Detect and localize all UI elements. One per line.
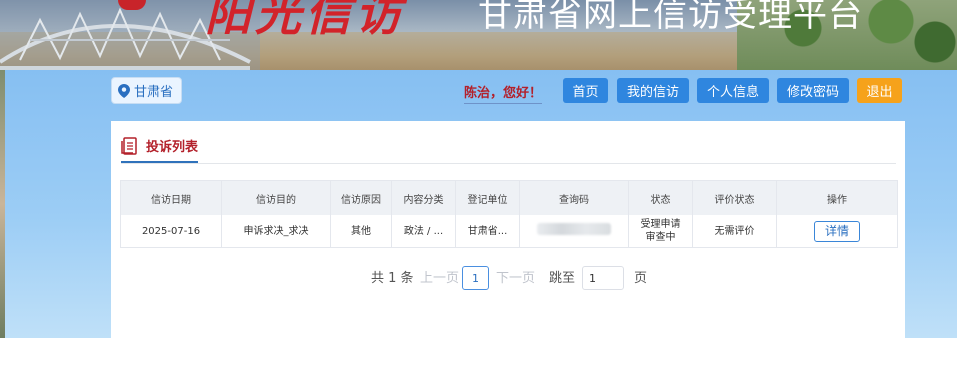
user-greeting: 陈治，您好！: [464, 82, 543, 104]
pagination-total: 共 1 条: [371, 271, 414, 286]
main-panel: 投诉列表 信访日期 信访目的 信访原因 内容分类 登记单位 查询码 状态 评价状…: [111, 121, 905, 338]
column-header: 操作: [776, 180, 898, 215]
cell-purpose: 申诉求决_求决: [221, 215, 331, 248]
location-label: 甘肃省: [134, 85, 174, 100]
complaint-table: 信访日期 信访目的 信访原因 内容分类 登记单位 查询码 状态 评价状态 操作 …: [120, 180, 898, 248]
cell-date: 2025-07-16: [120, 215, 222, 248]
column-header: 登记单位: [455, 180, 520, 215]
cell-unit: 甘肃省...: [455, 215, 520, 248]
pagination-jump-input[interactable]: 1: [582, 266, 624, 290]
cell-reason: 其他: [330, 215, 392, 248]
cell-action: 详情: [776, 215, 898, 248]
detail-button[interactable]: 详情: [814, 220, 860, 242]
pagination-page-unit: 页: [634, 271, 648, 286]
nav-logout-button[interactable]: 退出: [857, 78, 902, 103]
nav-change-password-button[interactable]: 修改密码: [777, 78, 849, 103]
column-header: 查询码: [519, 180, 629, 215]
nav-profile-button[interactable]: 个人信息: [697, 78, 769, 103]
cell-status: 受理申请 审查中: [628, 215, 693, 248]
tab-divider: [121, 163, 896, 164]
document-list-icon: [121, 136, 137, 155]
cell-query-code: [519, 215, 629, 248]
header-banner: 阳光信访 甘肃省网上信访受理平台: [0, 0, 957, 70]
map-pin-icon: [118, 83, 130, 98]
nav-home-button[interactable]: 首页: [563, 78, 608, 103]
column-header: 信访目的: [221, 180, 331, 215]
cell-evaluation: 无需评价: [692, 215, 777, 248]
redacted-query-code: [537, 223, 611, 235]
column-header: 评价状态: [692, 180, 777, 215]
tab-title: 投诉列表: [146, 140, 199, 155]
column-header: 状态: [628, 180, 693, 215]
pagination-current-page[interactable]: 1: [462, 266, 489, 290]
calligraphy-logo: 阳光信访: [205, 0, 405, 41]
column-header: 信访日期: [120, 180, 222, 215]
cell-category: 政法 / ...: [391, 215, 456, 248]
column-header: 信访原因: [330, 180, 392, 215]
page-footer-area: [0, 338, 957, 380]
pagination-jump-label: 跳至: [549, 271, 576, 286]
table-row: 2025-07-16 申诉求决_求决 其他 政法 / ... 甘肃省... 受理…: [120, 215, 898, 248]
site-title: 甘肃省网上信访受理平台: [478, 0, 863, 34]
nav-my-petitions-button[interactable]: 我的信访: [617, 78, 689, 103]
location-selector[interactable]: 甘肃省: [111, 77, 183, 104]
table-header-row: 信访日期 信访目的 信访原因 内容分类 登记单位 查询码 状态 评价状态 操作: [120, 180, 898, 215]
tab-complaint-list[interactable]: 投诉列表: [121, 136, 199, 163]
column-header: 内容分类: [391, 180, 456, 215]
status-line-1: 受理申请: [640, 219, 681, 230]
pagination-prev-button[interactable]: 上一页: [420, 267, 459, 286]
status-line-2: 审查中: [645, 232, 676, 243]
pagination-next-button[interactable]: 下一页: [496, 267, 535, 286]
